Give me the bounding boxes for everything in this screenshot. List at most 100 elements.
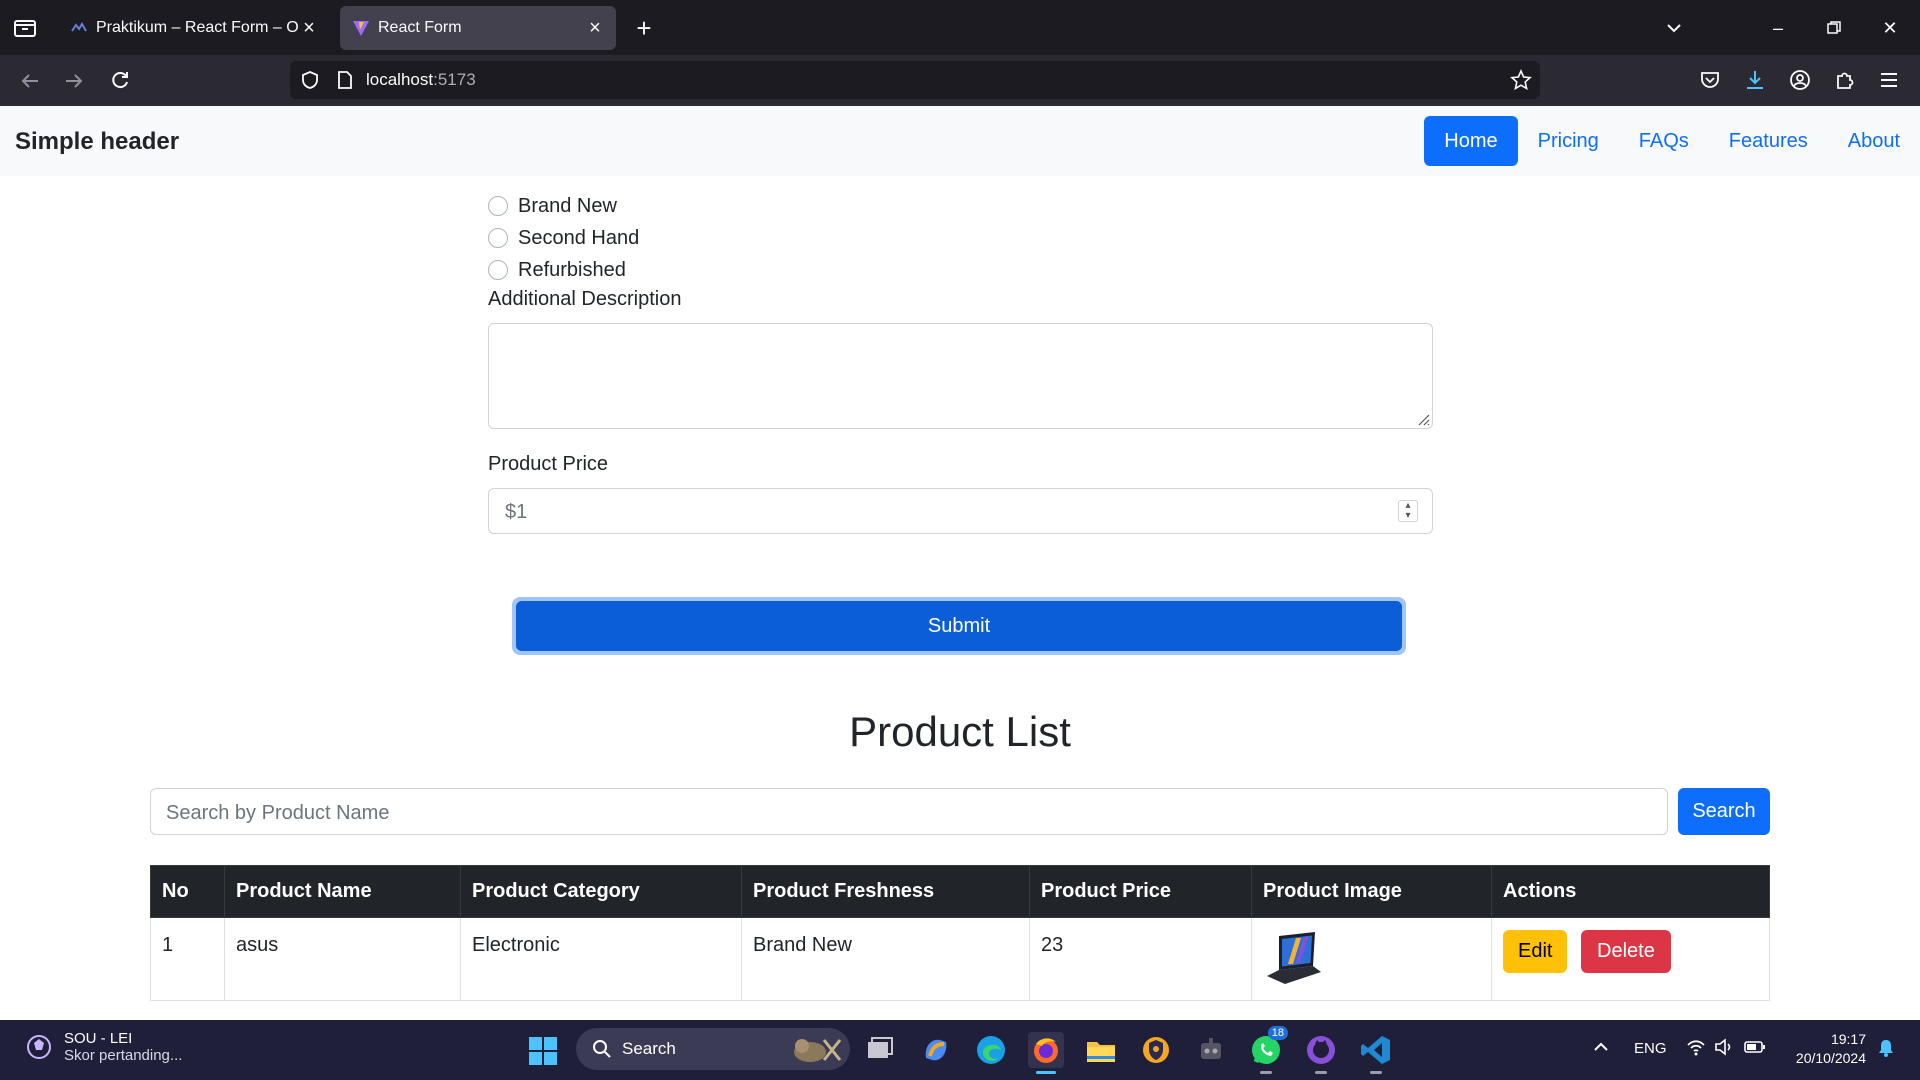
tab-list-icon[interactable] (12, 16, 38, 40)
input-language[interactable]: ENG (1634, 1040, 1667, 1057)
running-indicator (1315, 1071, 1327, 1074)
edge-icon (977, 1036, 1005, 1064)
delete-button[interactable]: Delete (1581, 930, 1671, 973)
radio-button[interactable] (488, 260, 508, 280)
resize-grip-icon[interactable] (1414, 410, 1430, 426)
radio-button[interactable] (488, 196, 508, 216)
edit-button[interactable]: Edit (1503, 930, 1568, 973)
url-port: :5173 (433, 70, 476, 89)
cell-actions: Edit Delete (1491, 917, 1770, 1001)
battery-icon[interactable] (1744, 1038, 1766, 1060)
file-explorer-app[interactable] (1083, 1032, 1119, 1068)
address-bar[interactable]: localhost:5173 (290, 61, 1540, 99)
cell-no: 1 (150, 917, 225, 1001)
whatsapp-app[interactable]: 18 (1248, 1026, 1288, 1074)
github-desktop-app[interactable] (1303, 1032, 1339, 1074)
radio-button[interactable] (488, 228, 508, 248)
number-spinner-icon[interactable]: ▴ ▾ (1398, 500, 1418, 522)
minimize-icon[interactable]: – (1764, 14, 1792, 42)
vscode-icon (1361, 1036, 1390, 1064)
brand-title[interactable]: Simple header (15, 128, 179, 156)
windows-start-icon[interactable] (528, 1036, 558, 1066)
nav-link-pricing[interactable]: Pricing (1518, 116, 1619, 166)
description-textarea[interactable] (488, 323, 1433, 429)
freshness-option-refurbished[interactable]: Refurbished (488, 254, 1433, 286)
reload-icon[interactable] (106, 67, 134, 95)
radio-label: Second Hand (518, 226, 640, 249)
search-highlight-image (794, 1039, 842, 1062)
restore-icon[interactable] (1820, 14, 1848, 42)
freshness-option-brand-new[interactable]: Brand New (488, 190, 1433, 222)
submit-focus-ring: Submit (512, 597, 1406, 655)
downloads-icon[interactable] (1742, 67, 1768, 93)
back-arrow-icon[interactable] (16, 67, 44, 95)
extensions-puzzle-icon[interactable] (1832, 67, 1858, 93)
taskbar-search[interactable]: Search (576, 1028, 850, 1070)
show-hidden-icons-chevron-icon[interactable] (1592, 1038, 1610, 1060)
column-header: Product Name (224, 865, 461, 918)
forward-arrow-icon[interactable] (60, 67, 88, 95)
page-info-icon[interactable] (336, 70, 354, 90)
url-host: localhost (366, 70, 434, 89)
system-clock[interactable]: 19:17 20/10/2024 (1786, 1030, 1866, 1068)
browser-tab-react-form[interactable]: React Form × (340, 6, 616, 50)
vscode-app[interactable] (1358, 1032, 1394, 1074)
browser-toolbar: localhost:5173 (0, 55, 1920, 106)
github-icon (1307, 1036, 1335, 1064)
column-header: No (150, 865, 225, 918)
browser-tab-bar: Praktikum – React Form – ONE | × React F… (0, 0, 1920, 55)
task-view-app[interactable] (862, 1032, 898, 1068)
header-nav: Home Pricing FAQs Features About (1424, 116, 1920, 166)
tab-title: Praktikum – React Form – ONE | (96, 19, 300, 36)
app-menu-hamburger-icon[interactable] (1876, 67, 1902, 93)
freshness-option-second-hand[interactable]: Second Hand (488, 222, 1433, 254)
account-icon[interactable] (1787, 67, 1813, 93)
column-header: Product Image (1251, 865, 1492, 918)
firefox-app[interactable] (1028, 1032, 1064, 1074)
cell-price: 23 (1029, 917, 1252, 1001)
new-tab-icon[interactable]: + (630, 14, 658, 42)
table-header-row: No Product Name Product Category Product… (150, 865, 1770, 918)
price-input[interactable]: $1 ▴ ▾ (488, 488, 1433, 534)
notification-bell-icon[interactable] (1876, 1038, 1896, 1062)
column-header: Actions (1491, 865, 1770, 918)
edge-app[interactable] (973, 1032, 1009, 1068)
laptop-thumbnail-image (1267, 932, 1321, 984)
search-button[interactable]: Search (1678, 788, 1770, 835)
windows-taskbar: SOU - LEI Skor pertanding... Search 18 E… (0, 1020, 1920, 1080)
bookmark-star-icon[interactable] (1510, 69, 1532, 91)
pocket-icon[interactable] (1697, 67, 1723, 93)
nav-link-faqs[interactable]: FAQs (1619, 116, 1709, 166)
running-indicator (1036, 1071, 1056, 1074)
close-tab-icon[interactable]: × (586, 18, 604, 38)
running-indicator (1260, 1071, 1272, 1074)
clock-time: 19:17 (1830, 1031, 1866, 1047)
product-form: Brand New Second Hand Refurbished Additi… (488, 190, 1433, 534)
weather-widget[interactable]: SOU - LEI Skor pertanding... (24, 1030, 182, 1064)
tracking-protection-shield-icon[interactable] (300, 70, 320, 90)
copilot-app[interactable] (918, 1032, 954, 1068)
tab-overflow-chevron-icon[interactable] (1660, 14, 1688, 42)
site-favicon-icon (71, 22, 87, 32)
radio-label: Refurbished (518, 258, 626, 281)
close-window-icon[interactable]: ✕ (1876, 14, 1904, 42)
nav-link-home[interactable]: Home (1424, 116, 1518, 166)
vpn-shield-icon (1143, 1037, 1169, 1063)
nav-link-features[interactable]: Features (1709, 116, 1828, 166)
radio-label: Brand New (518, 194, 617, 217)
close-tab-icon[interactable]: × (300, 18, 318, 38)
table-row: 1 asus Electronic Brand New 23 Edit Dele… (150, 917, 1770, 1001)
cell-name: asus (224, 917, 461, 1001)
firefox-icon (1034, 1038, 1058, 1063)
game-app[interactable] (1193, 1032, 1229, 1068)
product-search-input[interactable]: Search by Product Name (150, 788, 1668, 835)
wifi-icon[interactable] (1686, 1038, 1706, 1060)
nav-link-about[interactable]: About (1828, 116, 1920, 166)
browser-tab-praktikum[interactable]: Praktikum – React Form – ONE | × (58, 6, 330, 50)
copilot-icon (925, 1039, 947, 1061)
submit-button[interactable]: Submit (516, 601, 1402, 651)
brave-app[interactable] (1138, 1032, 1174, 1068)
taskbar-search-label: Search (622, 1039, 676, 1058)
volume-icon[interactable] (1714, 1038, 1734, 1060)
search-icon (593, 1040, 611, 1058)
